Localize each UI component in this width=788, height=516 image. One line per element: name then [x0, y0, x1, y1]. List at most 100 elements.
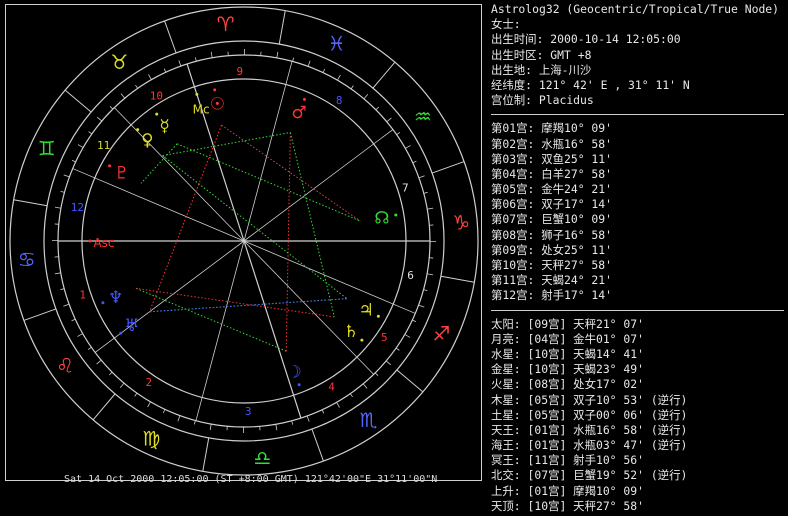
capricorn-sign-icon: ♑: [452, 211, 470, 235]
sign-divider: [278, 10, 286, 45]
birth-zone: 出生时区: GMT +8: [491, 47, 592, 62]
degree-tick: [63, 303, 70, 307]
degree-tick: [292, 57, 295, 62]
house-row: 第01宫: 摩羯10° 09': [491, 121, 612, 136]
neptune-icon: ♆: [108, 288, 123, 308]
degree-tick: [96, 116, 103, 122]
mc-icon: Mc: [193, 103, 210, 117]
house-cusp-line: [243, 61, 293, 242]
coordinates: 经纬度: 121° 42' E , 31° 11' N: [491, 77, 690, 92]
degree-tick: [77, 144, 84, 148]
house-row: 第02宫: 水瓶16° 58': [491, 136, 612, 151]
house-row: 第11宫: 天蝎24° 21': [491, 273, 612, 288]
saturn-icon: ♄: [344, 322, 359, 342]
degree-tick: [427, 273, 434, 276]
degree-tick: [418, 175, 425, 179]
degree-tick: [276, 51, 279, 58]
planet-row: 北交: [07宫] 巨蟹19° 52' (逆行): [491, 468, 688, 483]
planet-row: 冥王: [11宫] 射手10° 56': [491, 453, 644, 468]
degree-tick: [88, 131, 93, 135]
degree-tick: [412, 319, 417, 323]
name-label: 女士:: [491, 17, 521, 32]
aspect-line: [162, 131, 291, 157]
planet-marker: [88, 239, 92, 243]
sign-divider: [164, 20, 177, 54]
planet-row: 海王: [01宫] 水瓶03° 47' (逆行): [491, 438, 688, 453]
degree-tick: [404, 334, 411, 338]
sagittarius-sign-icon: ♐: [432, 322, 450, 346]
planet-marker: [101, 301, 105, 305]
pisces-sign-icon: ♓: [328, 32, 346, 56]
degree-tick: [307, 60, 311, 67]
degree-tick: [194, 57, 197, 62]
degree-tick: [109, 106, 114, 110]
planet-row: 太阳: [09宫] 天秤21° 07': [491, 316, 644, 331]
aries-sign-icon: ♈: [217, 12, 235, 36]
sign-divider: [396, 369, 424, 393]
degree-tick: [306, 415, 310, 422]
degree-tick: [375, 106, 379, 111]
planet-row: 天王: [01宫] 水瓶16° 58' (逆行): [491, 422, 688, 437]
house-cusp-line: [243, 240, 302, 419]
degree-tick: [322, 68, 326, 73]
house-row: 第07宫: 巨蟹10° 09': [491, 212, 612, 227]
degree-tick: [77, 333, 83, 337]
uranus-icon: ♅: [124, 316, 139, 336]
degree-tick: [405, 145, 411, 149]
house-number: 12: [71, 201, 84, 214]
app-title: Astrolog32 (Geocentric/Tropical/True Nod…: [491, 2, 780, 16]
gemini-sign-icon: ♊: [38, 136, 56, 160]
house-row: 第10宫: 天秤27° 58': [491, 258, 612, 272]
degree-tick: [396, 132, 401, 136]
planet-marker: [108, 164, 112, 168]
degree-tick: [210, 51, 213, 58]
planet-marker: [155, 112, 159, 116]
planet-marker: [297, 383, 301, 387]
house-number: 4: [328, 381, 335, 394]
degree-tick: [427, 207, 434, 210]
degree-tick: [291, 420, 294, 425]
sign-divider: [372, 61, 396, 89]
divider: [491, 114, 784, 116]
sign-divider: [202, 437, 210, 472]
sign-divider: [431, 161, 465, 174]
sign-divider: [92, 393, 116, 421]
house-cusp-line: [243, 240, 416, 314]
degree-tick: [362, 383, 368, 389]
degree-tick: [363, 93, 369, 100]
house-row: 第03宫: 双鱼25° 11': [491, 151, 612, 166]
degree-tick: [135, 84, 139, 89]
degree-tick: [423, 289, 428, 292]
house-system: 宫位制: Placidus: [491, 93, 594, 108]
degree-tick: [148, 74, 152, 80]
jupiter-icon: ♃: [359, 300, 374, 320]
house-row: 第05宫: 金牛24° 21': [491, 182, 612, 197]
scorpio-sign-icon: ♏: [360, 408, 378, 432]
house-number: 3: [245, 405, 252, 418]
sign-divider: [64, 89, 92, 113]
sun-icon: ☉: [210, 95, 225, 115]
mars-icon: ♂: [291, 103, 306, 123]
degree-tick: [386, 117, 392, 123]
degree-tick: [71, 318, 76, 322]
degree-tick: [337, 74, 341, 81]
planet-row: 上升: [01宫] 摩羯10° 09': [491, 483, 644, 498]
degree-tick: [63, 174, 70, 178]
house-row: 第08宫: 狮子16° 58': [491, 227, 612, 242]
degree-tick: [54, 272, 61, 275]
degree-tick: [209, 424, 212, 431]
aspect-line: [135, 287, 287, 352]
degree-tick: [163, 68, 167, 73]
degree-tick: [60, 288, 65, 291]
chart-footer: Sat 14 Oct 2000 12:05:00 (ST +8:00 GMT) …: [64, 474, 438, 485]
house-number: 5: [381, 331, 388, 344]
planet-marker: [360, 338, 364, 342]
degree-tick: [119, 382, 125, 389]
house-cusp-line: [243, 129, 394, 242]
house-number: 11: [97, 139, 110, 152]
sign-divider: [440, 275, 475, 283]
house-number: 2: [145, 376, 152, 389]
planet-row: 金星: [10宫] 天蝎23° 49': [491, 362, 644, 377]
degree-tick: [423, 191, 428, 194]
sign-divider: [311, 428, 324, 462]
